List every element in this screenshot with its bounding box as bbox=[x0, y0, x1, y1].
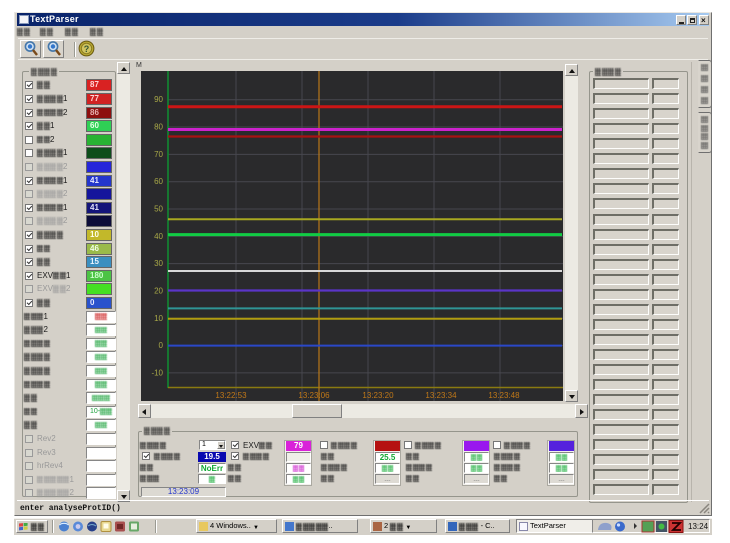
svg-text:40: 40 bbox=[154, 232, 163, 241]
svg-text:50: 50 bbox=[154, 205, 163, 214]
svg-text:?: ? bbox=[84, 44, 90, 54]
svg-text:10: 10 bbox=[154, 314, 163, 323]
svg-text:80: 80 bbox=[154, 123, 163, 132]
svg-text:20: 20 bbox=[154, 287, 163, 296]
svg-text:13:23:34: 13:23:34 bbox=[425, 391, 457, 400]
svg-text:70: 70 bbox=[154, 150, 163, 159]
svg-text:13:23:06: 13:23:06 bbox=[298, 391, 330, 400]
svg-text:13:23:48: 13:23:48 bbox=[488, 391, 520, 400]
svg-text:60: 60 bbox=[154, 177, 163, 186]
svg-text:-10: -10 bbox=[151, 368, 163, 377]
svg-text:30: 30 bbox=[154, 259, 163, 268]
svg-text:13:23:20: 13:23:20 bbox=[362, 391, 394, 400]
svg-text:13:22:53: 13:22:53 bbox=[215, 391, 247, 400]
svg-text:0: 0 bbox=[159, 341, 164, 350]
svg-text:90: 90 bbox=[154, 95, 163, 104]
